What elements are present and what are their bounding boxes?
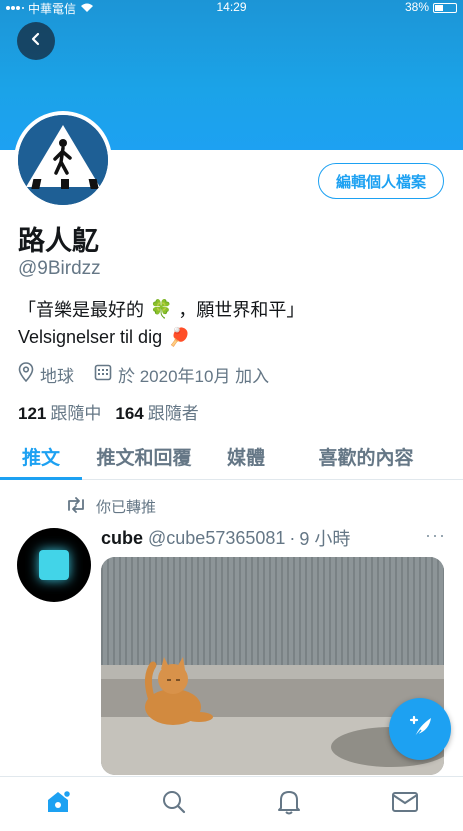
following-count: 121 <box>18 404 47 423</box>
home-icon <box>44 788 72 821</box>
bottom-navigation <box>0 776 463 831</box>
status-right: 38% <box>405 0 457 14</box>
compose-tweet-button[interactable] <box>389 698 451 760</box>
tweet-author-handle: @cube57365081 <box>148 527 286 548</box>
edit-profile-button[interactable]: 編輯個人檔案 <box>318 163 444 199</box>
location-text: 地球 <box>40 367 74 386</box>
retweet-text: 你已轉推 <box>96 499 157 516</box>
bio-line-1: 「音樂是最好的 🍀 ，願世界和平」 <box>18 296 304 322</box>
tab-tweets-and-replies[interactable]: 推文和回覆 <box>82 434 206 478</box>
nav-messages[interactable] <box>380 779 430 829</box>
back-button[interactable] <box>17 22 55 60</box>
nav-home[interactable] <box>33 779 83 829</box>
tweet-time: 9 小時 <box>299 529 351 549</box>
followers-link[interactable]: 164 跟隨者 <box>115 399 198 424</box>
glowing-cube-image <box>39 550 69 580</box>
bio-text-before: 「音樂是最好的 <box>18 300 144 320</box>
location-pin-icon <box>18 362 34 387</box>
followers-label: 跟隨者 <box>147 404 199 423</box>
following-label: 跟隨中 <box>50 404 102 423</box>
messages-mail-icon <box>391 790 419 819</box>
search-icon <box>161 789 187 820</box>
tab-likes[interactable]: 喜歡的內容 <box>286 434 446 478</box>
user-handle: @9Birdzz <box>18 258 101 279</box>
avatar-image <box>18 115 108 205</box>
battery-fill <box>435 4 443 11</box>
battery-percent: 38% <box>404 0 429 14</box>
followers-count: 164 <box>115 404 144 423</box>
retweet-indicator: 你已轉推 <box>64 496 156 517</box>
join-date: 於 2020年10月 加入 <box>94 362 269 387</box>
battery-icon <box>433 2 457 13</box>
retweet-icon <box>64 496 88 517</box>
tweet-more-button[interactable]: ··· <box>425 525 446 546</box>
join-date-text: 於 2020年10月 加入 <box>118 367 270 386</box>
notifications-bell-icon <box>276 788 302 821</box>
profile-tabs: 推文 推文和回覆 媒體 喜歡的內容 <box>0 434 463 480</box>
four-leaf-clover-icon: 🍀 <box>150 298 173 319</box>
follow-stats: 121 跟隨中 164 跟隨者 <box>18 399 213 424</box>
following-link[interactable]: 121 跟隨中 <box>18 399 101 424</box>
tab-media[interactable]: 媒體 <box>206 434 286 478</box>
pedestrian-crossing-icon <box>18 115 108 205</box>
nav-notifications[interactable] <box>264 779 314 829</box>
tweet-author-avatar[interactable] <box>17 528 91 602</box>
nav-search[interactable] <box>149 779 199 829</box>
profile-meta: 地球 於 2020年10月 加入 <box>18 362 289 387</box>
tab-tweets[interactable]: 推文 <box>0 434 82 480</box>
tweet-author-name[interactable]: cube <box>101 528 143 549</box>
back-arrow-icon <box>29 32 43 51</box>
tweet-header: cube @cube57365081 · 9 小時 ··· <box>101 525 446 551</box>
location: 地球 <box>18 362 74 387</box>
status-time: 14:29 <box>216 0 247 14</box>
calendar-icon <box>94 363 112 386</box>
bio-line-2: Velsignelser til dig 🏓 <box>18 327 197 348</box>
display-name: 路人鳦 <box>18 226 99 256</box>
profile-avatar[interactable] <box>14 111 112 209</box>
bio-text-line2: Velsignelser til dig <box>18 327 163 347</box>
status-bar: 中華電信 14:29 38% <box>0 0 463 16</box>
compose-feather-icon <box>405 712 435 747</box>
bio-text-after: ，願世界和平」 <box>178 300 305 320</box>
tweet-separator: · <box>289 527 296 548</box>
ping-pong-icon: 🏓 <box>168 327 191 347</box>
